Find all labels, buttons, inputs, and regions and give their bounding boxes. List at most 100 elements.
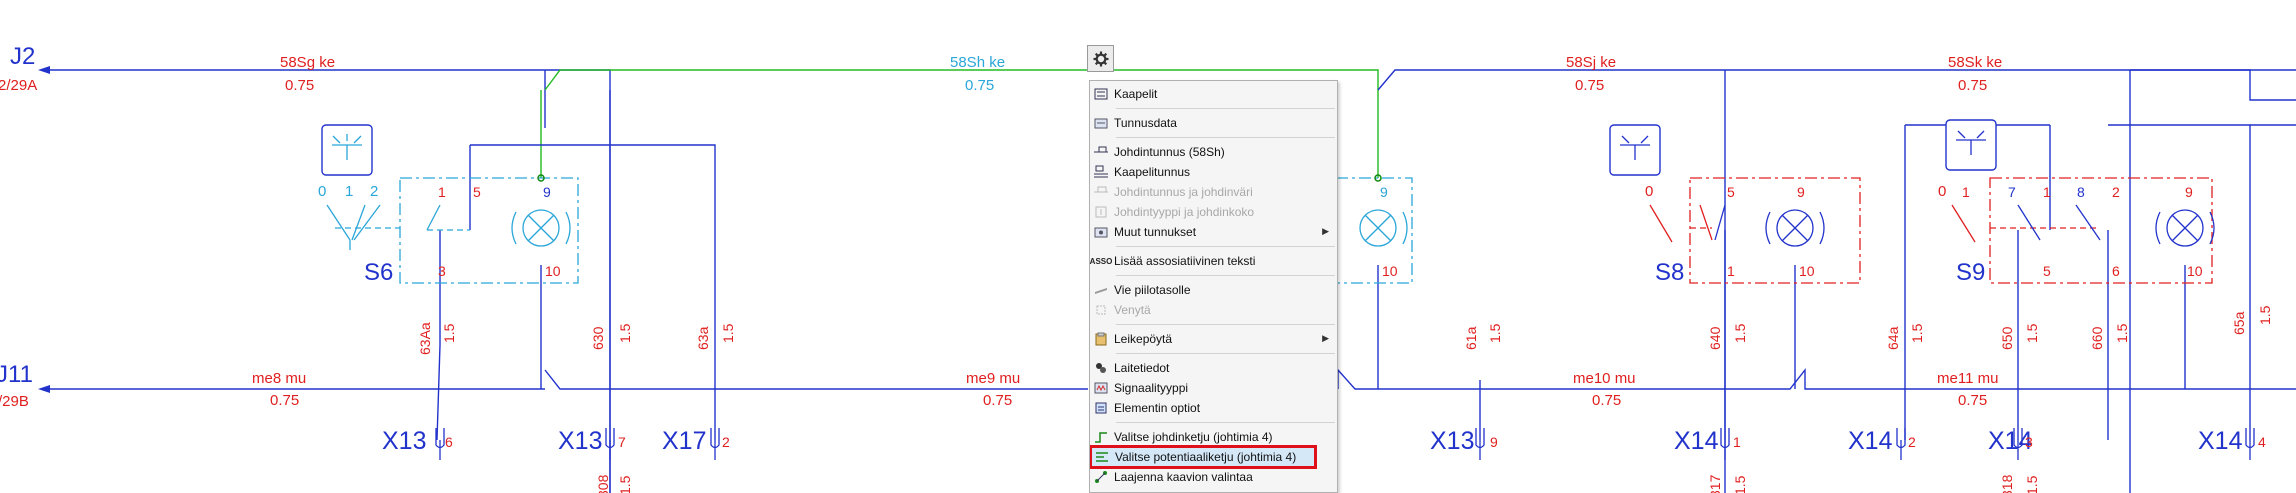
switch-pos: 0 [1938, 183, 1946, 200]
vwire-gauge: 1.5 [2024, 323, 2040, 343]
wire-gauge: 0.75 [285, 77, 314, 94]
source-j2-name: J2 [10, 43, 35, 70]
contact-num: 6 [2112, 263, 2120, 279]
menu-item-label: Tunnusdata [1114, 116, 1177, 130]
wire-label: 58Sh ke [950, 54, 1005, 71]
terminal-pin: 2 [722, 434, 730, 450]
terminal-x14-4[interactable]: X14 4 [2198, 427, 2266, 460]
menu-item-johdintunnus[interactable]: Johdintunnus (58Sh) [1090, 142, 1337, 162]
source-j2-ref: 2/29A [0, 77, 37, 94]
vwire-gauge: 1.5 [720, 323, 736, 343]
menu-separator [1116, 246, 1335, 247]
menu-item-label: Leikepöytä [1114, 332, 1173, 346]
terminal-pin: 2 [1908, 434, 1916, 450]
wire-label: me11 mu [1937, 370, 1998, 387]
contact-num: 9 [2185, 184, 2193, 200]
assoc-text-icon: ASSO [1089, 256, 1113, 266]
terminal-x13-6[interactable]: X13 6 [382, 427, 453, 460]
menu-item-kaapelitunnus[interactable]: Kaapelitunnus [1090, 162, 1337, 182]
menu-item-signaalityyppi[interactable]: Signaalityyppi [1090, 378, 1337, 398]
menu-item-elementin-optiot[interactable]: Elementin optiot [1090, 398, 1337, 418]
wire-gauge: 0.75 [965, 77, 994, 94]
clipboard-icon [1094, 332, 1108, 346]
vwire-label: 640 [1707, 326, 1723, 350]
switch-s7[interactable] [1335, 177, 1413, 284]
menu-separator [1116, 108, 1335, 109]
menu-item-label: Lisää assosiatiivinen teksti [1114, 254, 1256, 268]
wire-label: me9 mu [966, 370, 1020, 387]
contact-num: 10 [1382, 263, 1398, 279]
menu-separator [1116, 422, 1335, 423]
menu-item-laitetiedot[interactable]: Laitetiedot [1090, 358, 1337, 378]
switch-name: S6 [364, 259, 393, 286]
menu-item-label: Laajenna kaavion valintaa [1114, 470, 1253, 484]
menu-item-label: Vie piilotasolle [1114, 283, 1191, 297]
wire-id-icon [1094, 145, 1108, 159]
contact-num: 9 [1380, 184, 1388, 200]
menu-item-label: Kaapelitunnus [1114, 165, 1191, 179]
switch-s8[interactable]: 0 5 1 9 10 S8 [1609, 124, 1861, 286]
menu-item-leikepoyta[interactable]: Leikepöytä ▶ [1090, 329, 1337, 349]
terminal-pin: 4 [2258, 434, 2266, 450]
contact-num: 3 [438, 263, 446, 279]
terminal-x14-1[interactable]: X14 1 [1674, 427, 1741, 460]
menu-item-laajenna-valintaa[interactable]: Laajenna kaavion valintaa [1090, 467, 1337, 487]
contact-num: 1 [438, 184, 446, 200]
switch-name: S8 [1655, 259, 1684, 286]
terminal-label: X14 [2198, 427, 2243, 455]
menu-item-lisaa-teksti[interactable]: ASSO Lisää assosiatiivinen teksti [1090, 251, 1337, 271]
terminal-x13-7[interactable]: X13 7 [558, 427, 626, 460]
menu-item-muut-tunnukset[interactable]: Muut tunnukset ▶ [1090, 222, 1337, 242]
contact-num: 2 [2112, 184, 2120, 200]
menu-item-valitse-potentiaaliketju[interactable]: Valitse potentiaaliketju (johtimia 4) [1090, 445, 1317, 469]
menu-item-johdintyyppi[interactable]: Johdintyyppi ja johdinkoko [1090, 202, 1337, 222]
vwire-label: 660 [2089, 326, 2105, 350]
wire-gauge: 0.75 [1575, 77, 1604, 94]
menu-item-venyta[interactable]: Venytä [1090, 300, 1337, 320]
terminal-label: X13 [558, 427, 602, 455]
terminal-x14-3[interactable]: X14 3 [1988, 427, 2033, 460]
menu-item-label: Kaapelit [1114, 87, 1158, 101]
terminal-x17-2[interactable]: X17 2 [662, 427, 730, 460]
source-j11-ref: /29B [0, 393, 29, 410]
menu-item-label: Valitse potentiaaliketju (johtimia 4) [1115, 450, 1297, 464]
terminal-x13-9[interactable]: X13 9 [1430, 427, 1498, 460]
switch-pos: 1 [345, 183, 353, 200]
terminal-x14-2[interactable]: X14 2 [1848, 427, 1916, 460]
cable-id-icon [1094, 165, 1108, 179]
menu-item-kaapelit[interactable]: Kaapelit [1090, 84, 1337, 104]
hide-layer-icon [1094, 283, 1108, 297]
contact-num: 9 [543, 184, 551, 200]
menu-item-tunnusdata[interactable]: Tunnusdata [1090, 113, 1337, 133]
vwire-label: 630 [590, 326, 606, 350]
terminal-label: X17 [662, 427, 706, 455]
menu-item-johdintunnus-vari[interactable]: Johdintunnus ja johdinväri [1090, 182, 1337, 202]
contact-num: 10 [2187, 263, 2203, 279]
switch-s6[interactable]: 0 1 2 1 5 3 9 10 S6 [318, 124, 579, 286]
menu-item-label: Venytä [1114, 303, 1151, 317]
wire-58sj-58sk[interactable] [1377, 69, 2296, 493]
wire-gauge: 0.75 [1592, 392, 1621, 409]
contact-num: 7 [2008, 184, 2016, 200]
expand-selection-icon [1094, 470, 1108, 484]
menu-item-label: Johdintyyppi ja johdinkoko [1114, 205, 1255, 219]
wire-type-icon [1094, 205, 1108, 219]
menu-item-valitse-johdinketju[interactable]: Valitse johdinketju (johtimia 4) [1090, 427, 1337, 447]
vwire-label: 317 [1707, 474, 1723, 493]
contact-num: 8 [2077, 184, 2085, 200]
contact-num: 9 [1797, 184, 1805, 200]
vwire-label: 318 [1999, 474, 2015, 493]
vwire-label: 63a [695, 326, 711, 350]
switch-pos: 0 [1645, 183, 1653, 200]
vwire-label: 308 [595, 474, 611, 493]
switch-pos: 2 [370, 183, 378, 200]
menu-item-label: Elementin optiot [1114, 401, 1201, 415]
wire-gauge: 0.75 [983, 392, 1012, 409]
contact-num: 1 [1962, 184, 1970, 200]
contact-num: 10 [1799, 263, 1815, 279]
device-info-icon [1094, 361, 1108, 375]
switch-s9[interactable]: 0 1 7 1 8 2 5 6 9 10 S9 [1938, 119, 2215, 286]
menu-item-vie-piilotasolle[interactable]: Vie piilotasolle [1090, 280, 1337, 300]
vwire-gauge: 1.5 [1487, 323, 1503, 343]
gear-icon[interactable] [1087, 45, 1114, 72]
